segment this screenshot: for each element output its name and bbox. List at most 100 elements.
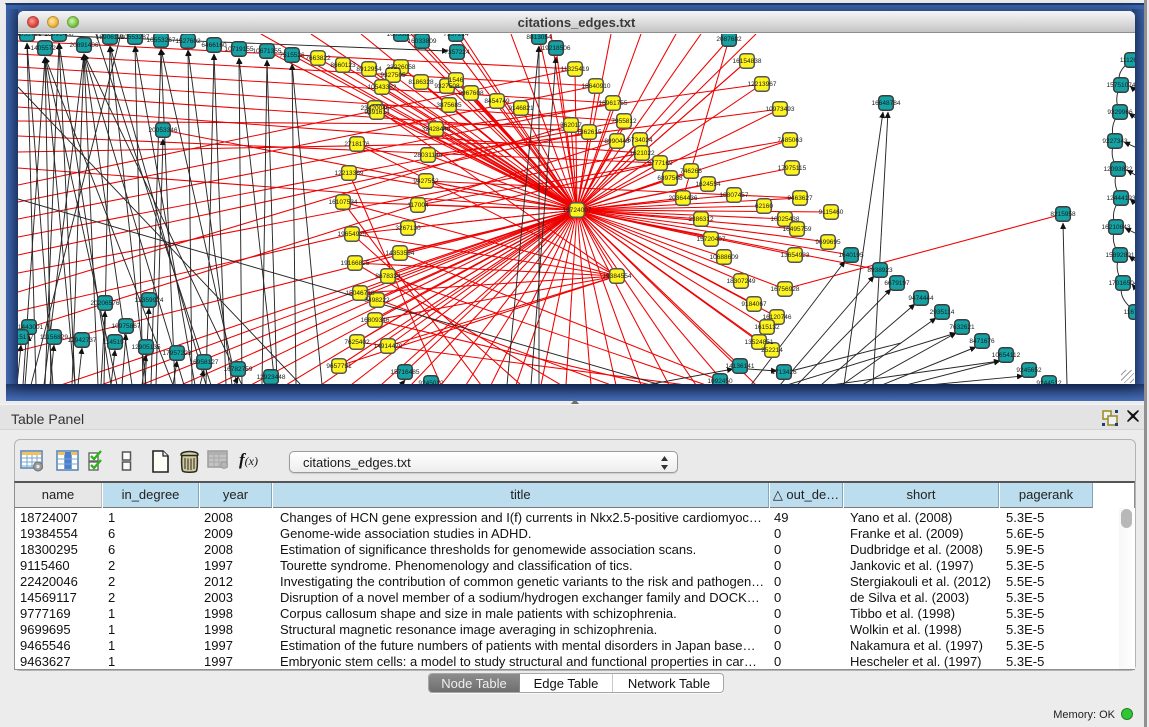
- svg-text:252214: 252214: [761, 347, 783, 354]
- svg-text:20091406: 20091406: [45, 34, 74, 38]
- svg-text:19218506: 19218506: [542, 45, 571, 52]
- svg-text:9327508: 9327508: [434, 83, 460, 90]
- svg-text:9327505: 9327505: [380, 72, 406, 79]
- svg-text:1167533: 1167533: [1124, 309, 1135, 316]
- svg-text:14136141: 14136141: [726, 363, 755, 370]
- svg-text:9115460: 9115460: [819, 209, 844, 216]
- svg-text:10973493: 10973493: [766, 106, 795, 113]
- svg-text:8471676: 8471676: [969, 338, 995, 345]
- svg-text:10025438: 10025438: [771, 216, 800, 223]
- svg-text:10553287: 10553287: [121, 34, 150, 41]
- svg-text:15892891: 15892891: [1106, 252, 1135, 259]
- svg-text:12359924: 12359924: [135, 297, 164, 304]
- svg-text:14353594: 14353594: [386, 250, 415, 257]
- svg-text:1145197: 1145197: [103, 339, 128, 346]
- svg-text:16107534: 16107534: [329, 199, 358, 206]
- svg-text:20053346: 20053346: [149, 127, 178, 134]
- svg-text:11443001: 11443001: [18, 324, 44, 331]
- svg-text:3498222: 3498222: [364, 297, 390, 304]
- svg-text:32428448: 32428448: [422, 126, 451, 133]
- svg-text:8454749: 8454749: [484, 98, 510, 105]
- svg-text:18307249: 18307249: [727, 278, 756, 285]
- svg-text:2935114: 2935114: [930, 309, 955, 316]
- svg-text:1092450: 1092450: [707, 378, 733, 384]
- svg-text:19166825: 19166825: [341, 260, 370, 267]
- svg-text:16495759: 16495759: [783, 226, 812, 233]
- svg-text:11325419: 11325419: [561, 66, 590, 73]
- svg-text:9427552: 9427552: [413, 178, 439, 185]
- svg-text:20891406: 20891406: [70, 42, 99, 49]
- svg-text:9474444: 9474444: [908, 295, 934, 302]
- svg-text:1527602: 1527602: [175, 38, 201, 45]
- svg-text:9146821: 9146821: [508, 105, 534, 112]
- svg-text:6897568: 6897568: [657, 175, 683, 182]
- svg-text:746266: 746266: [680, 168, 702, 175]
- svg-text:1640195: 1640195: [838, 252, 864, 259]
- svg-text:16648784: 16648784: [872, 100, 901, 107]
- svg-text:12942737: 12942737: [68, 337, 97, 344]
- svg-text:1362615: 1362615: [576, 129, 602, 136]
- svg-text:1621022: 1621022: [629, 150, 655, 157]
- svg-text:8813054: 8813054: [526, 34, 552, 41]
- svg-text:7625402: 7625402: [344, 339, 370, 346]
- svg-text:10671355: 10671355: [253, 48, 282, 55]
- svg-text:13654923: 13654923: [781, 252, 810, 259]
- svg-text:10719155: 10719155: [225, 46, 254, 53]
- svg-text:12093822: 12093822: [1104, 166, 1133, 173]
- svg-text:7632621: 7632621: [949, 324, 975, 331]
- svg-text:19384554: 19384554: [603, 273, 632, 280]
- svg-text:9244512: 9244512: [1036, 380, 1062, 384]
- svg-text:19654925: 19654925: [338, 231, 367, 238]
- svg-text:2386312: 2386312: [688, 216, 714, 223]
- svg-text:16210643: 16210643: [1102, 224, 1131, 231]
- svg-text:1713426: 1713426: [771, 369, 797, 376]
- svg-text:17957223: 17957223: [163, 350, 192, 357]
- svg-text:15751074: 15751074: [1107, 82, 1135, 89]
- svg-text:9245652: 9245652: [1016, 367, 1042, 374]
- svg-text:16033809: 16033809: [408, 38, 437, 45]
- svg-text:18724007: 18724007: [563, 207, 592, 214]
- svg-text:16958127: 16958127: [190, 359, 219, 366]
- svg-text:9227343: 9227343: [1102, 138, 1128, 145]
- svg-text:9463627: 9463627: [787, 195, 813, 202]
- svg-text:7515526: 7515526: [279, 52, 305, 59]
- svg-text:9777169: 9777169: [647, 160, 673, 167]
- svg-text:117004: 117004: [407, 202, 429, 209]
- svg-text:12923448: 12923448: [257, 374, 286, 381]
- svg-text:2718176: 2718176: [344, 141, 370, 148]
- svg-text:12444193: 12444193: [1107, 195, 1135, 202]
- svg-text:8938923: 8938923: [867, 267, 893, 274]
- svg-text:10807457: 10807457: [720, 192, 749, 199]
- svg-text:7357224: 7357224: [444, 49, 470, 56]
- svg-text:28031144: 28031144: [414, 152, 443, 159]
- svg-text:1112633: 1112633: [1120, 57, 1135, 64]
- svg-text:2087682: 2087682: [716, 36, 742, 43]
- svg-text:16120746: 16120746: [763, 314, 792, 321]
- svg-text:6679197: 6679197: [884, 280, 910, 287]
- svg-text:13524851: 13524851: [745, 339, 774, 346]
- svg-text:7955812: 7955812: [611, 118, 637, 125]
- svg-text:12213967: 12213967: [748, 81, 777, 88]
- svg-text:8660123: 8660123: [330, 62, 356, 69]
- svg-text:11156829: 11156829: [40, 334, 68, 341]
- svg-text:6734024: 6734024: [627, 137, 653, 144]
- svg-text:16809346: 16809346: [361, 317, 390, 324]
- svg-text:16782759: 16782759: [224, 366, 253, 373]
- svg-text:3267130: 3267130: [395, 225, 421, 232]
- svg-text:12905135: 12905135: [132, 344, 161, 351]
- svg-text:17975115: 17975115: [778, 165, 807, 172]
- svg-text:15720407: 15720407: [697, 236, 726, 243]
- svg-text:9391614: 9391614: [364, 109, 390, 116]
- svg-text:9699695: 9699695: [815, 239, 841, 246]
- svg-text:20206576: 20206576: [91, 300, 120, 307]
- svg-text:9329966: 9329966: [1107, 109, 1133, 116]
- svg-text:8678334: 8678334: [375, 273, 401, 280]
- svg-text:8990448: 8990448: [604, 138, 630, 145]
- svg-text:9657791: 9657791: [326, 363, 352, 370]
- svg-text:15716485: 15716485: [391, 369, 420, 376]
- svg-text:1615132: 1615132: [754, 324, 780, 331]
- svg-text:15046718: 15046718: [346, 290, 375, 297]
- svg-text:10553267: 10553267: [147, 37, 176, 44]
- svg-text:6466160: 6466160: [201, 42, 227, 49]
- svg-text:7485063: 7485063: [777, 137, 803, 144]
